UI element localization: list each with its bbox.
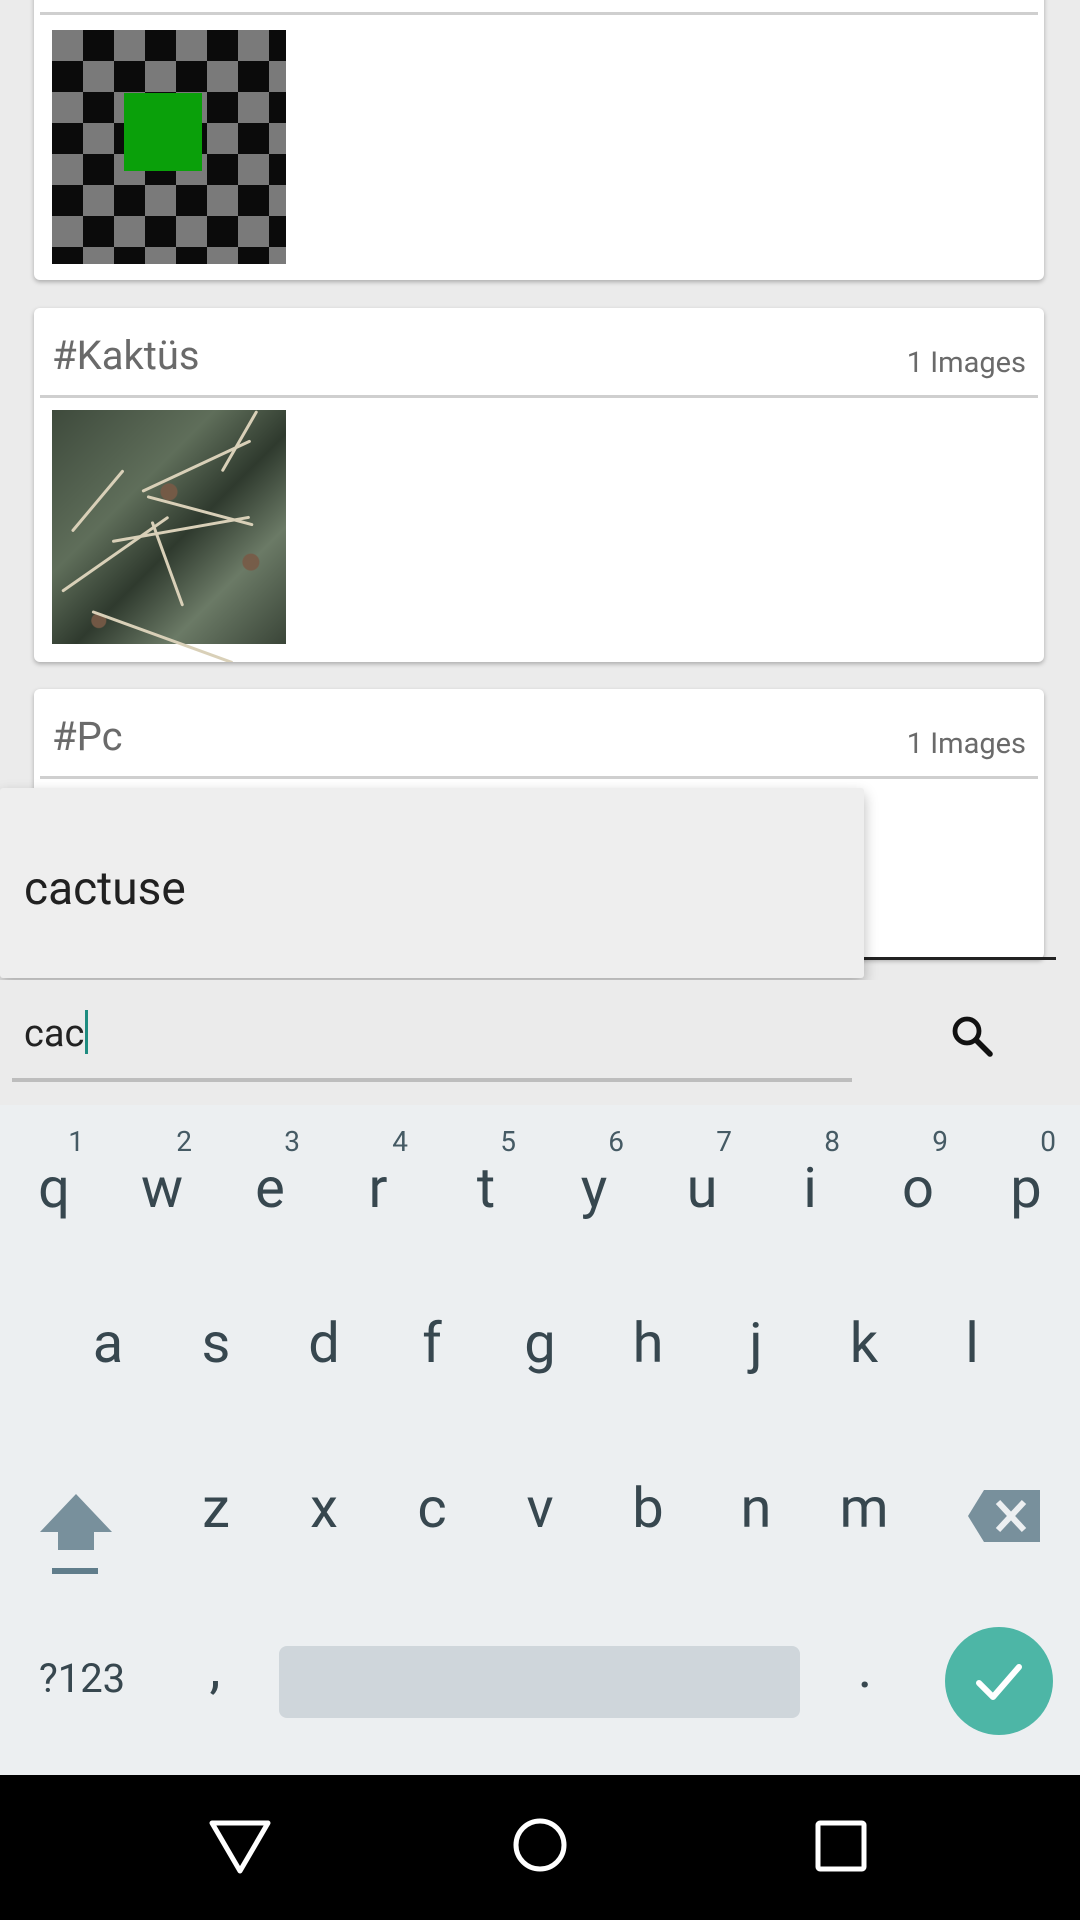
key-letter: c bbox=[417, 1475, 447, 1541]
key-letter: s bbox=[201, 1310, 231, 1376]
key-letter: m bbox=[839, 1475, 889, 1541]
green-square bbox=[124, 93, 202, 171]
soft-keyboard: q1w2e3r4t5y6u7i8o9p0 asdfghjkl zxcvbnm ?… bbox=[0, 1105, 1080, 1775]
key-letter: h bbox=[632, 1310, 664, 1376]
key-letter: k bbox=[849, 1310, 879, 1376]
key-x[interactable]: x bbox=[270, 1435, 378, 1595]
key-m[interactable]: m bbox=[810, 1435, 918, 1595]
checkmark-icon bbox=[976, 1664, 1022, 1700]
key-e[interactable]: e3 bbox=[216, 1105, 324, 1265]
image-count: 1 Images bbox=[906, 346, 1026, 380]
enter-key[interactable] bbox=[945, 1627, 1053, 1735]
home-icon[interactable] bbox=[512, 1815, 568, 1875]
key-o[interactable]: o9 bbox=[864, 1105, 972, 1265]
key-letter: t bbox=[476, 1155, 496, 1221]
key-y[interactable]: y6 bbox=[540, 1105, 648, 1265]
key-d[interactable]: d bbox=[270, 1270, 378, 1430]
key-i[interactable]: i8 bbox=[756, 1105, 864, 1265]
key-number-hint: 1 bbox=[68, 1125, 84, 1158]
key-letter: x bbox=[310, 1475, 338, 1541]
search-icon[interactable] bbox=[948, 1012, 996, 1060]
key-letter: d bbox=[308, 1310, 340, 1376]
key-number-hint: 7 bbox=[716, 1125, 732, 1158]
key-letter: f bbox=[422, 1310, 442, 1376]
key-f[interactable]: f bbox=[378, 1270, 486, 1430]
key-q[interactable]: q1 bbox=[0, 1105, 108, 1265]
tag-title: #Kaktüs bbox=[52, 332, 200, 379]
key-p[interactable]: p0 bbox=[972, 1105, 1080, 1265]
card-divider bbox=[40, 776, 1038, 779]
shift-key-icon[interactable] bbox=[38, 1488, 114, 1578]
period-key[interactable]: . bbox=[835, 1635, 895, 1701]
search-underline bbox=[12, 1078, 852, 1082]
search-bar: cac bbox=[0, 980, 1080, 1105]
image-count: 1 Images bbox=[906, 727, 1026, 761]
navigation-bar bbox=[0, 1775, 1080, 1920]
symbols-key[interactable]: ?123 bbox=[22, 1655, 142, 1702]
key-letter: l bbox=[965, 1310, 979, 1376]
key-letter: p bbox=[1010, 1155, 1042, 1221]
key-letter: n bbox=[740, 1475, 772, 1541]
space-key[interactable] bbox=[279, 1646, 800, 1718]
key-n[interactable]: n bbox=[702, 1435, 810, 1595]
key-number-hint: 8 bbox=[824, 1125, 840, 1158]
comma-key[interactable]: , bbox=[185, 1635, 245, 1701]
key-l[interactable]: l bbox=[918, 1270, 1026, 1430]
key-letter: z bbox=[202, 1475, 230, 1541]
card-divider bbox=[40, 12, 1038, 15]
key-s[interactable]: s bbox=[162, 1270, 270, 1430]
recents-icon[interactable] bbox=[814, 1819, 868, 1873]
key-number-hint: 6 bbox=[608, 1125, 624, 1158]
key-letter: a bbox=[92, 1310, 124, 1376]
key-letter: b bbox=[632, 1475, 664, 1541]
suggestion-text: cactuse bbox=[24, 862, 186, 916]
key-b[interactable]: b bbox=[594, 1435, 702, 1595]
tag-card[interactable]: #Kaktüs 1 Images bbox=[34, 308, 1044, 662]
key-v[interactable]: v bbox=[486, 1435, 594, 1595]
key-letter: j bbox=[749, 1310, 763, 1376]
key-h[interactable]: h bbox=[594, 1270, 702, 1430]
key-w[interactable]: w2 bbox=[108, 1105, 216, 1265]
key-c[interactable]: c bbox=[378, 1435, 486, 1595]
key-number-hint: 4 bbox=[392, 1125, 408, 1158]
key-letter: e bbox=[255, 1155, 285, 1221]
key-number-hint: 0 bbox=[1040, 1125, 1056, 1158]
key-number-hint: 3 bbox=[284, 1125, 300, 1158]
autocomplete-suggestion[interactable]: cactuse bbox=[0, 788, 864, 978]
text-cursor bbox=[85, 1010, 89, 1054]
key-letter: g bbox=[524, 1310, 556, 1376]
key-letter: v bbox=[526, 1475, 554, 1541]
key-a[interactable]: a bbox=[54, 1270, 162, 1430]
checkerboard-thumbnail[interactable] bbox=[52, 30, 286, 264]
key-j[interactable]: j bbox=[702, 1270, 810, 1430]
search-input[interactable]: cac bbox=[24, 1010, 89, 1056]
key-number-hint: 5 bbox=[500, 1125, 516, 1158]
back-icon[interactable] bbox=[208, 1817, 272, 1877]
key-letter: u bbox=[686, 1155, 718, 1221]
key-letter: y bbox=[580, 1155, 608, 1221]
key-t[interactable]: t5 bbox=[432, 1105, 540, 1265]
backspace-key-icon[interactable] bbox=[966, 1488, 1042, 1544]
key-letter: q bbox=[38, 1155, 70, 1221]
key-k[interactable]: k bbox=[810, 1270, 918, 1430]
key-letter: w bbox=[140, 1155, 184, 1221]
key-number-hint: 2 bbox=[176, 1125, 192, 1158]
key-number-hint: 9 bbox=[932, 1125, 948, 1158]
key-g[interactable]: g bbox=[486, 1270, 594, 1430]
cactus-thumbnail[interactable] bbox=[52, 410, 286, 662]
key-r[interactable]: r4 bbox=[324, 1105, 432, 1265]
card-divider bbox=[40, 395, 1038, 398]
key-u[interactable]: u7 bbox=[648, 1105, 756, 1265]
tag-title: #Pc bbox=[52, 713, 123, 760]
key-letter: r bbox=[368, 1155, 388, 1221]
key-letter: o bbox=[902, 1155, 934, 1221]
key-z[interactable]: z bbox=[162, 1435, 270, 1595]
key-letter: i bbox=[803, 1155, 817, 1221]
tag-card[interactable] bbox=[34, 0, 1044, 280]
